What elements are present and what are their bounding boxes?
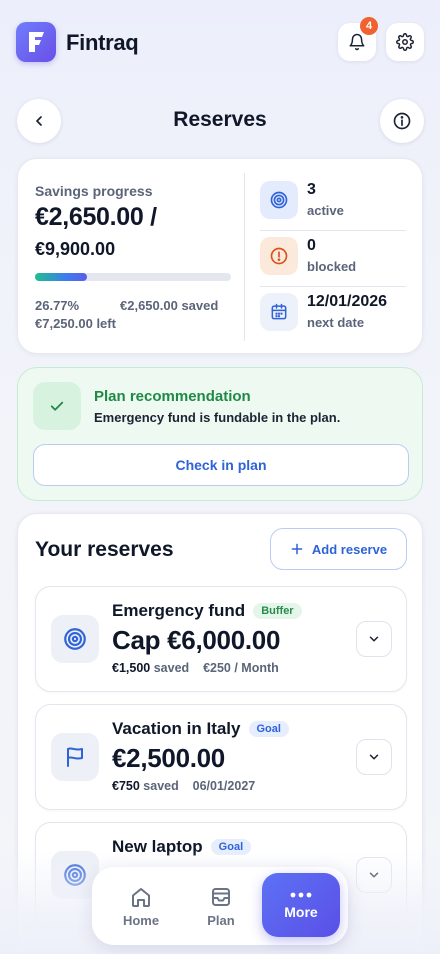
stat-value: 0: [307, 237, 316, 254]
info-icon: [393, 112, 411, 130]
stat-value: 3: [307, 181, 316, 198]
reserve-name-text: Emergency fund: [112, 601, 246, 620]
expand-button[interactable]: [356, 621, 392, 657]
tab-more[interactable]: More: [262, 873, 340, 937]
reserve-name: Vacation in Italy Goal: [112, 719, 289, 739]
page-title: Reserves: [173, 108, 267, 131]
reserve-amount: €2,500.00: [112, 743, 225, 773]
tab-label: More: [284, 904, 318, 920]
chevron-down-icon: [369, 754, 379, 760]
more-icon: [290, 892, 312, 898]
add-reserve-button[interactable]: Add reserve: [270, 528, 407, 570]
reserve-tag: Goal: [248, 721, 289, 737]
plus-icon: [291, 543, 303, 555]
notifications-button[interactable]: 4: [338, 17, 378, 61]
stat-active: 3 active: [260, 175, 410, 227]
stat-label: active: [307, 203, 344, 218]
recommendation-text: Emergency fund is fundable in the plan.: [94, 410, 341, 425]
tab-label: Home: [122, 912, 160, 928]
recommendation-title: Plan recommendation: [94, 388, 251, 405]
saved-total: €2,650.00 saved: [120, 298, 219, 313]
saved-value: €1,500: [112, 661, 151, 675]
saved-amount: €2,650.00 /: [35, 203, 157, 231]
add-reserve-label: Add reserve: [311, 541, 388, 557]
reserve-extra: €250 / Month: [203, 661, 279, 675]
progress-percent: 26.77%: [35, 298, 80, 313]
reserve-name-text: Vacation in Italy: [112, 719, 241, 738]
reserve-item[interactable]: Emergency fund Buffer Cap €6,000.00 €1,50…: [35, 586, 407, 692]
expand-button[interactable]: [356, 739, 392, 775]
stat-label: blocked: [307, 259, 357, 274]
bell-icon: [349, 33, 365, 51]
chevron-down-icon: [369, 636, 379, 642]
stat-blocked: 0 blocked: [260, 231, 410, 283]
check-in-plan-button[interactable]: Check in plan: [33, 444, 409, 486]
reserve-name: Emergency fund Buffer: [112, 601, 302, 621]
calendar-icon: [260, 293, 298, 331]
top-bar: Fintraq 4: [0, 0, 440, 84]
info-button[interactable]: [380, 99, 424, 143]
app-name: Fintraq: [66, 30, 139, 55]
logo-f-icon: [29, 32, 44, 52]
savings-progress-label: Savings progress: [35, 183, 153, 199]
tab-plan[interactable]: Plan: [184, 867, 258, 945]
savings-progress-fill: [35, 273, 88, 281]
reserve-meta: €1,500 saved €250 / Month: [112, 661, 279, 675]
alert-icon: [260, 237, 298, 275]
tab-home[interactable]: Home: [104, 867, 178, 945]
reserve-amount: Cap €6,000.00: [112, 625, 281, 655]
check-icon: [33, 382, 81, 430]
reserve-tag: Buffer: [253, 603, 302, 619]
saved-label: saved: [143, 779, 179, 793]
reserve-item[interactable]: Vacation in Italy Goal €2,500.00 €750 sav…: [35, 704, 407, 810]
flag-icon: [51, 733, 99, 781]
summary-divider: [244, 173, 245, 341]
settings-button[interactable]: [386, 23, 424, 61]
reserve-extra: 06/01/2027: [192, 779, 256, 793]
reserves-title: Your reserves: [35, 538, 174, 561]
app-logo[interactable]: [16, 22, 56, 62]
savings-summary-card: Savings progress €2,650.00 / €9,900.00 2…: [17, 158, 423, 354]
saved-value: €750: [112, 779, 140, 793]
bottom-tab-bar: Home Plan More: [92, 867, 348, 945]
home-icon: [132, 887, 150, 907]
target-icon: [51, 615, 99, 663]
stat-value: 12/01/2026: [307, 293, 388, 310]
stat-label: next date: [307, 315, 365, 330]
inbox-icon: [212, 887, 230, 906]
savings-progress-bar: [35, 273, 231, 281]
tab-label: Plan: [207, 912, 235, 928]
saved-label: saved: [153, 661, 190, 675]
amount-left: €7,250.00 left: [35, 316, 116, 331]
gear-icon: [396, 33, 414, 51]
target-icon: [260, 181, 298, 219]
target-amount: €9,900.00: [35, 239, 116, 259]
plan-recommendation-card: Plan recommendation Emergency fund is fu…: [17, 367, 423, 501]
stat-next-date: 12/01/2026 next date: [260, 287, 410, 339]
notification-badge: 4: [360, 17, 378, 35]
reserve-meta: €750 saved 06/01/2027: [112, 779, 255, 793]
